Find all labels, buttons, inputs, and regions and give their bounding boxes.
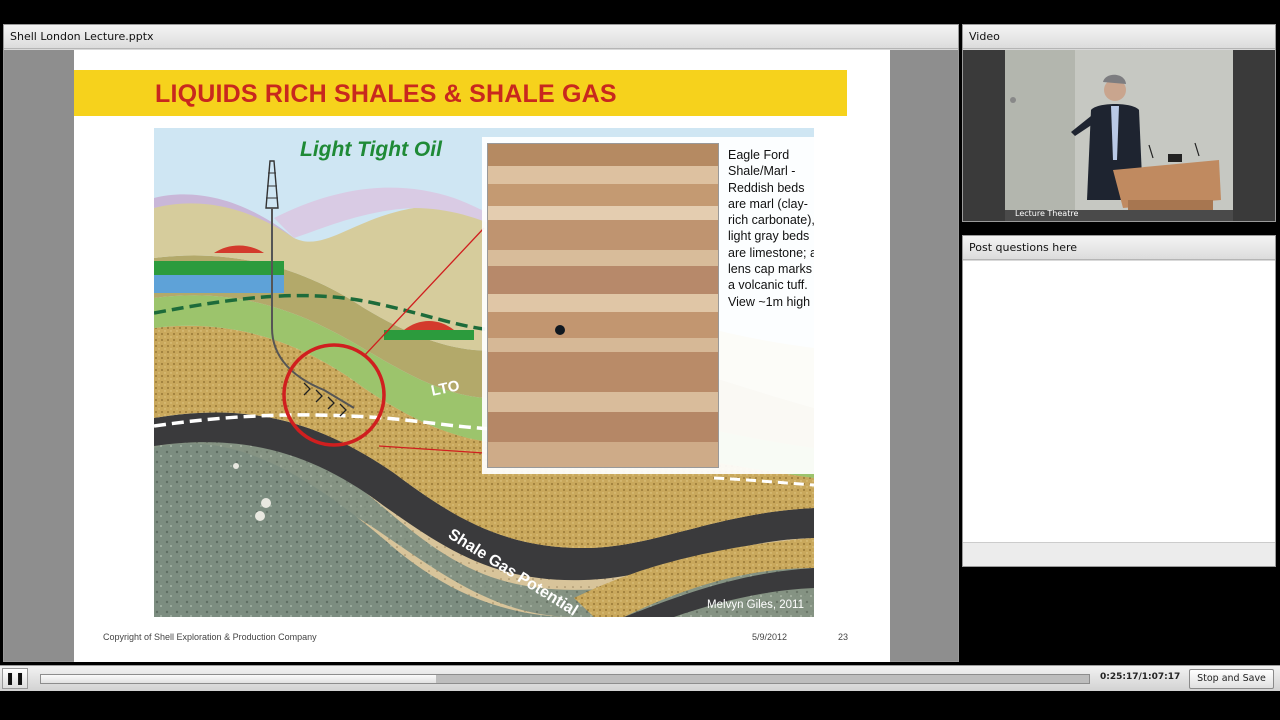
time-readout: 0:25:17/1:07:17 — [1100, 672, 1181, 682]
slide-copyright: Copyright of Shell Exploration & Product… — [103, 632, 317, 642]
questions-pod-title: Post questions here — [963, 236, 1275, 260]
seek-progress — [41, 675, 437, 683]
light-tight-oil-heading: Light Tight Oil — [300, 138, 442, 161]
video-pod-title: Video — [963, 25, 1275, 49]
pause-button[interactable]: ❚❚ — [2, 668, 28, 689]
connect-recording-player: Shell London Lecture.pptx LIQUIDS RICH S… — [0, 0, 1280, 720]
slide-title-bar: LIQUIDS RICH SHALES & SHALE GAS — [74, 70, 847, 116]
video-stream-label: Lecture Theatre — [1015, 209, 1079, 218]
slide-page-number: 23 — [838, 632, 849, 642]
share-pod-title: Shell London Lecture.pptx — [4, 25, 958, 49]
pause-icon: ❚❚ — [4, 671, 26, 685]
video-pod: Video Lecture Theatre — [962, 24, 1276, 222]
geology-figure: Light Tight Oil LTO Shale Gas Potential — [154, 128, 814, 617]
speaker-video-frame — [963, 50, 1275, 221]
stop-and-save-button[interactable]: Stop and Save — [1189, 669, 1274, 689]
share-pod: Shell London Lecture.pptx LIQUIDS RICH S… — [3, 24, 959, 662]
slide-date: 5/9/2012 — [752, 632, 788, 642]
slide-title: LIQUIDS RICH SHALES & SHALE GAS — [155, 80, 617, 108]
questions-list — [963, 261, 1275, 542]
photo-caption: Eagle Ford Shale/Marl - Reddish beds are… — [728, 148, 814, 309]
outcrop-photo — [487, 143, 719, 468]
video-stream[interactable]: Lecture Theatre — [963, 50, 1275, 221]
figure-credit: Melvyn Giles, 2011 — [707, 599, 804, 611]
seek-slider[interactable] — [40, 674, 1090, 684]
question-input[interactable] — [963, 542, 1275, 566]
questions-pod: Post questions here — [962, 235, 1276, 567]
outcrop-photo-panel: Eagle Ford Shale/Marl - Reddish beds are… — [482, 137, 814, 474]
share-pod-content: LIQUIDS RICH SHALES & SHALE GAS Light Ti… — [4, 50, 958, 662]
playback-bar: ❚❚ 0:25:17/1:07:17 Stop and Save — [0, 665, 1280, 691]
presentation-slide: LIQUIDS RICH SHALES & SHALE GAS Light Ti… — [74, 50, 890, 662]
